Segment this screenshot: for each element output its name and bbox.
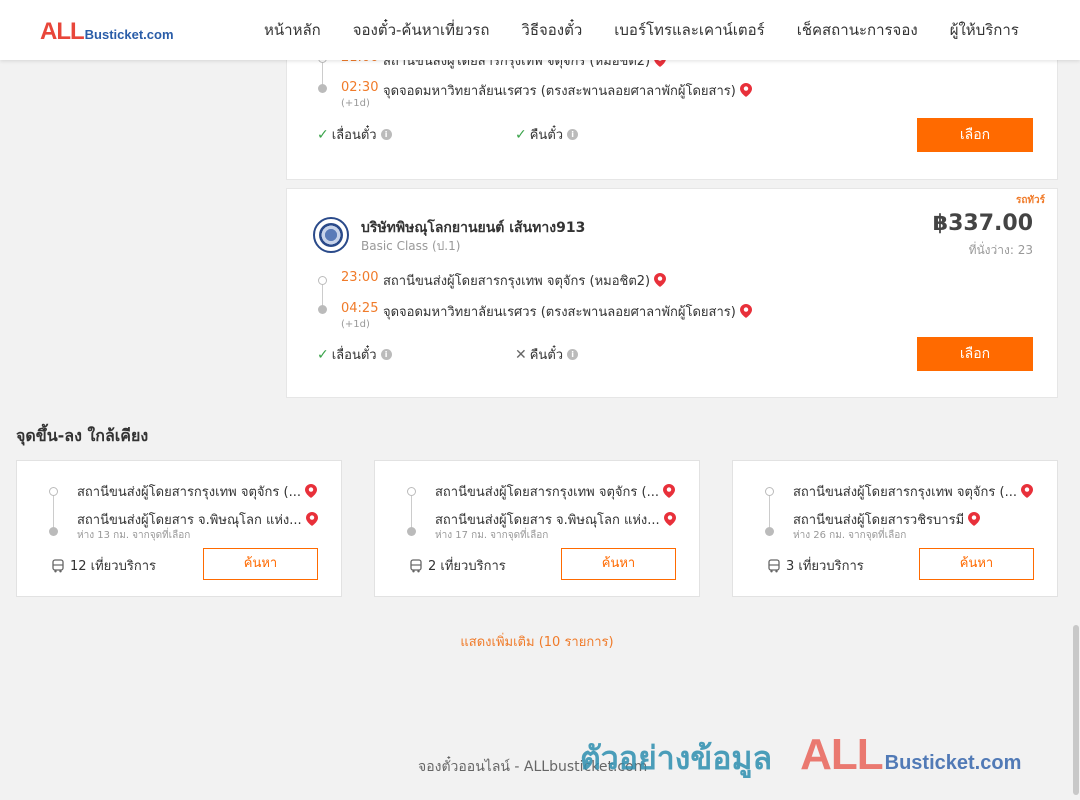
bus-type-badge: รถทัวร์ <box>1015 195 1045 206</box>
next-day-marker: (+1d) <box>341 319 370 330</box>
depart-dot <box>765 487 774 496</box>
nearby-section-title: จุดขึ้น-ลง ใกล้เคียง <box>16 426 149 445</box>
trip-count-label: 2 เที่ยวบริการ <box>428 559 506 574</box>
logo-all-text: ALL <box>40 18 85 45</box>
nearby-search-button[interactable]: ค้นหา <box>561 548 676 580</box>
map-pin-icon[interactable] <box>305 512 318 526</box>
change-ticket-label: เลื่อนตั๋ว <box>331 348 377 363</box>
nearby-to: สถานีขนส่งผู้โดยสาร จ.พิษณุโลก แห่ง... <box>77 509 318 530</box>
nearby-to: สถานีขนส่งผู้โดยสาร จ.พิษณุโลก แห่ง... <box>435 509 676 530</box>
nav-book-search[interactable]: จองตั๋ว-ค้นหาเที่ยวรถ <box>337 18 506 42</box>
map-pin-icon[interactable] <box>739 83 752 97</box>
info-icon[interactable]: i <box>380 349 392 360</box>
nav-phone-counter[interactable]: เบอร์โทรและเคาน์เตอร์ <box>598 18 780 42</box>
refund-ticket-feature: ✓ คืนตั๋ว i <box>515 124 579 145</box>
select-trip-button[interactable]: เลือก <box>917 118 1033 152</box>
map-pin-icon[interactable] <box>662 484 675 498</box>
watermark-thai-text: ตัวอย่างข้อมูล <box>580 739 773 777</box>
nearby-distance: ห่าง 17 กม. จากจุดที่เลือก <box>435 530 549 541</box>
arrive-dot <box>407 527 416 536</box>
depart-dot <box>318 276 327 285</box>
trip-price: ฿337.00 <box>932 211 1033 236</box>
arrive-dot <box>49 527 58 536</box>
arrive-time: 04:25 <box>341 301 379 316</box>
bus-icon <box>410 558 422 572</box>
depart-time: 23:00 <box>341 270 379 285</box>
arrive-dot <box>318 305 327 314</box>
select-trip-button[interactable]: เลือก <box>917 337 1033 371</box>
nearby-trip-count: 2 เที่ยวบริการ <box>409 555 506 576</box>
nearby-card: สถานีขนส่งผู้โดยสารกรุงเทพ จตุจักร (... … <box>732 460 1058 597</box>
scrollbar-thumb[interactable] <box>1073 625 1079 795</box>
refund-ticket-label: คืนตั๋ว <box>529 128 564 143</box>
trip-card: รถทัวร์ บริษัทพิษณุโลกยานยนต์ เส้นทาง913… <box>286 188 1058 398</box>
map-pin-icon[interactable] <box>1020 484 1033 498</box>
operator-name: บริษัทพิษณุโลกยานยนต์ เส้นทาง913 <box>361 220 586 236</box>
trip-count-label: 3 เที่ยวบริการ <box>786 559 864 574</box>
map-pin-icon[interactable] <box>304 484 317 498</box>
nearby-distance: ห่าง 13 กม. จากจุดที่เลือก <box>77 530 191 541</box>
refund-ticket-label: คืนตั๋ว <box>529 348 564 363</box>
nearby-card: สถานีขนส่งผู้โดยสารกรุงเทพ จตุจักร (... … <box>16 460 342 597</box>
info-icon[interactable]: i <box>567 349 579 360</box>
arrive-place: จุดจอดมหาวิทยาลัยนเรศวร (ตรงสะพานลอยศาลา… <box>383 301 752 322</box>
bus-icon <box>768 558 780 572</box>
depart-dot <box>49 487 58 496</box>
watermark-all-text: ALL <box>800 730 884 779</box>
arrive-dot <box>765 527 774 536</box>
arrive-dot <box>318 84 327 93</box>
change-ticket-label: เลื่อนตั๋ว <box>331 128 377 143</box>
show-more-link[interactable]: แสดงเพิ่มเติม (10 รายการ) <box>0 631 1074 652</box>
map-pin-icon[interactable] <box>739 304 752 318</box>
page-scrollbar[interactable] <box>1072 60 1080 800</box>
check-icon: ✓ <box>317 126 329 143</box>
map-pin-icon[interactable] <box>654 273 667 287</box>
seats-available: ที่นั่งว่าง: 23 <box>968 243 1033 257</box>
nearby-search-button[interactable]: ค้นหา <box>203 548 318 580</box>
nearby-card: สถานีขนส่งผู้โดยสารกรุงเทพ จตุจักร (... … <box>374 460 700 597</box>
trip-count-label: 12 เที่ยวบริการ <box>70 559 156 574</box>
main-nav: หน้าหลัก จองตั๋ว-ค้นหาเที่ยวรถ วิธีจองตั… <box>248 0 1035 60</box>
nearby-search-button[interactable]: ค้นหา <box>919 548 1034 580</box>
operator-logo <box>313 217 349 253</box>
arrive-time: 02:30 <box>341 80 379 95</box>
nearby-from: สถานีขนส่งผู้โดยสารกรุงเทพ จตุจักร (... <box>435 481 675 502</box>
next-day-marker: (+1d) <box>341 98 370 109</box>
nav-check-status[interactable]: เช็คสถานะการจอง <box>781 18 934 42</box>
logo-busticket-text: Busticket.com <box>84 27 174 42</box>
nearby-to: สถานีขนส่งผู้โดยสารวชิรบารมี <box>793 509 981 530</box>
map-pin-icon[interactable] <box>663 512 676 526</box>
nearby-trip-count: 3 เที่ยวบริการ <box>767 555 864 576</box>
change-ticket-feature: ✓ เลื่อนตั๋ว i <box>317 344 392 365</box>
nav-how-to-book[interactable]: วิธีจองตั๋ว <box>505 18 598 42</box>
cross-icon: ✕ <box>515 346 527 363</box>
bus-icon <box>52 558 64 572</box>
depart-dot <box>407 487 416 496</box>
nearby-trip-count: 12 เที่ยวบริการ <box>51 555 156 576</box>
nav-operators[interactable]: ผู้ให้บริการ <box>934 18 1035 42</box>
check-icon: ✓ <box>317 346 329 363</box>
nearby-from: สถานีขนส่งผู้โดยสารกรุงเทพ จตุจักร (... <box>77 481 317 502</box>
nearby-from: สถานีขนส่งผู้โดยสารกรุงเทพ จตุจักร (... <box>793 481 1033 502</box>
nearby-distance: ห่าง 26 กม. จากจุดที่เลือก <box>793 530 907 541</box>
info-icon[interactable]: i <box>380 129 392 140</box>
watermark-busticket-text: Busticket.com <box>884 752 1022 774</box>
info-icon[interactable]: i <box>567 129 579 140</box>
top-header: ALL Busticket.com หน้าหลัก จองตั๋ว-ค้นหา… <box>0 0 1080 60</box>
check-icon: ✓ <box>515 126 527 143</box>
bus-class: Basic Class (ป.1) <box>361 239 461 253</box>
site-logo[interactable]: ALL Busticket.com <box>40 18 174 46</box>
map-pin-icon[interactable] <box>968 512 981 526</box>
nav-home[interactable]: หน้าหลัก <box>248 18 337 42</box>
change-ticket-feature: ✓ เลื่อนตั๋ว i <box>317 124 392 145</box>
refund-ticket-feature: ✕ คืนตั๋ว i <box>515 344 579 365</box>
arrive-place: จุดจอดมหาวิทยาลัยนเรศวร (ตรงสะพานลอยศาลา… <box>383 80 752 101</box>
sample-watermark: ตัวอย่างข้อมูล ALL Busticket.com <box>580 730 1021 784</box>
depart-place: สถานีขนส่งผู้โดยสารกรุงเทพ จตุจักร (หมอช… <box>383 270 667 291</box>
